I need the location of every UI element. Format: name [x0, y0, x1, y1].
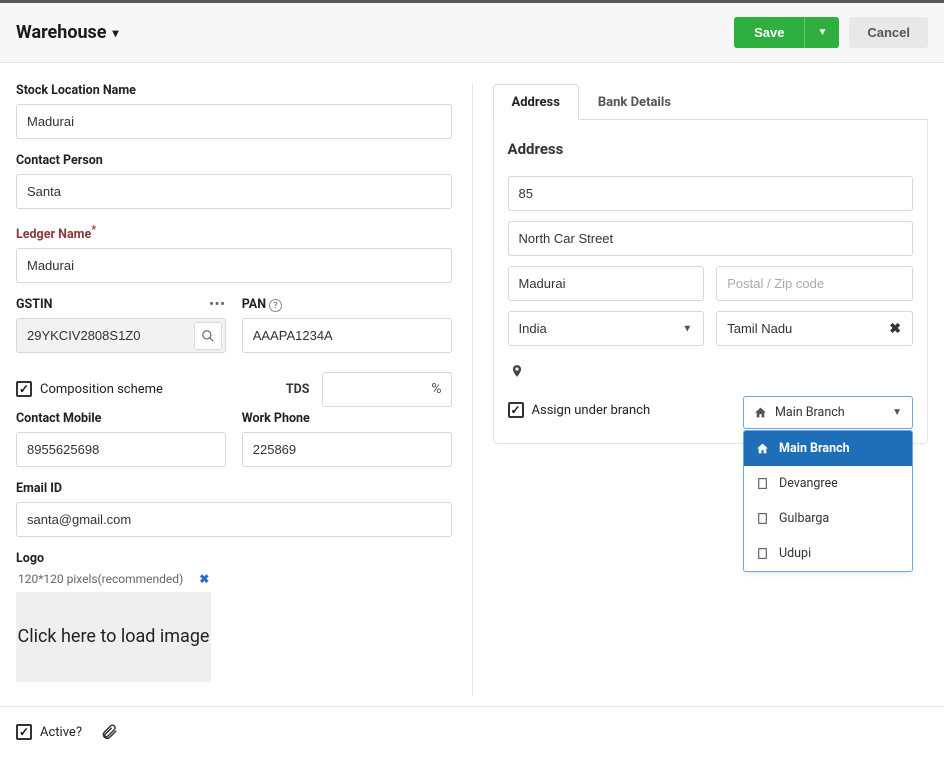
address-section-title: Address — [508, 140, 914, 158]
logo-label: Logo — [16, 551, 452, 566]
map-pin-icon[interactable] — [510, 362, 524, 380]
work-phone-label: Work Phone — [242, 411, 452, 426]
assign-branch-checkbox[interactable] — [508, 402, 524, 418]
tab-address[interactable]: Address — [493, 84, 579, 120]
home-icon — [756, 442, 769, 455]
branch-option-label: Gulbarga — [779, 511, 829, 526]
tds-label: TDS — [286, 382, 310, 397]
required-asterisk-icon: * — [91, 223, 96, 236]
clear-icon[interactable]: ✖ — [889, 321, 901, 337]
pan-input[interactable] — [242, 318, 452, 353]
branch-option-udupi[interactable]: Udupi — [744, 536, 912, 571]
pan-label: PAN? — [242, 297, 452, 312]
logo-remove-icon[interactable]: ✖ — [199, 572, 209, 586]
building-icon — [756, 547, 769, 560]
building-icon — [756, 512, 769, 525]
save-dropdown-button[interactable]: ▼ — [804, 17, 839, 48]
logo-hint-text: 120*120 pixels(recommended) — [18, 572, 183, 586]
gstin-search-button[interactable] — [194, 322, 222, 350]
branch-option-main[interactable]: Main Branch — [744, 431, 912, 466]
branch-selected-text: Main Branch — [775, 405, 845, 420]
contact-person-input[interactable] — [16, 174, 452, 209]
caret-down-icon: ▾ — [113, 26, 119, 40]
building-icon — [756, 477, 769, 490]
assign-branch-label: Assign under branch — [532, 403, 651, 418]
save-button-group: Save ▼ — [734, 17, 839, 48]
gstin-more-icon[interactable]: ••• — [209, 297, 225, 312]
contact-person-label: Contact Person — [16, 153, 452, 168]
attachment-icon[interactable] — [100, 723, 118, 741]
tab-bank-details[interactable]: Bank Details — [579, 84, 690, 120]
composition-checkbox[interactable] — [16, 381, 32, 397]
email-label: Email ID — [16, 481, 452, 496]
contact-mobile-input[interactable] — [16, 432, 226, 467]
branch-dropdown-list: Main Branch Devangree Gulbarga Udup — [743, 430, 913, 572]
logo-placeholder-text: Click here to load image — [18, 625, 210, 648]
percent-icon: % — [431, 381, 441, 397]
country-select[interactable] — [508, 311, 705, 346]
postal-input[interactable] — [716, 266, 913, 301]
page-title-text: Warehouse — [16, 22, 107, 43]
stock-location-label: Stock Location Name — [16, 83, 452, 98]
address-line1-input[interactable] — [508, 176, 914, 211]
address-line2-input[interactable] — [508, 221, 914, 256]
save-button[interactable]: Save — [734, 17, 804, 48]
email-input[interactable] — [16, 502, 452, 537]
cancel-button[interactable]: Cancel — [849, 17, 928, 48]
pan-label-text: PAN — [242, 297, 266, 312]
contact-mobile-label: Contact Mobile — [16, 411, 226, 426]
ledger-name-label: Ledger Name* — [16, 223, 452, 242]
branch-dropdown-button[interactable]: Main Branch ▼ — [743, 396, 913, 429]
page-title-dropdown[interactable]: Warehouse ▾ — [16, 22, 119, 43]
state-select[interactable] — [716, 311, 913, 346]
work-phone-input[interactable] — [242, 432, 452, 467]
search-icon — [201, 329, 215, 343]
stock-location-input[interactable] — [16, 104, 452, 139]
city-input[interactable] — [508, 266, 705, 301]
branch-option-label: Udupi — [779, 546, 811, 561]
composition-label: Composition scheme — [40, 382, 163, 397]
branch-option-label: Devangree — [779, 476, 838, 491]
gstin-label: GSTIN ••• — [16, 297, 226, 312]
right-tabs: Address Bank Details — [493, 83, 929, 120]
branch-option-devangree[interactable]: Devangree — [744, 466, 912, 501]
branch-option-label: Main Branch — [779, 441, 850, 456]
active-label: Active? — [40, 725, 82, 740]
logo-upload-box[interactable]: Click here to load image — [16, 592, 211, 682]
ledger-name-input[interactable] — [16, 248, 452, 283]
ledger-name-label-text: Ledger Name — [16, 227, 91, 242]
top-actions: Save ▼ Cancel — [734, 17, 928, 48]
active-checkbox[interactable] — [16, 724, 32, 740]
branch-option-gulbarga[interactable]: Gulbarga — [744, 501, 912, 536]
caret-down-icon: ▼ — [892, 407, 902, 418]
help-icon[interactable]: ? — [269, 299, 282, 312]
gstin-label-text: GSTIN — [16, 297, 52, 312]
active-label-text: Active — [40, 725, 76, 740]
help-icon[interactable]: ? — [76, 725, 82, 740]
home-icon — [754, 406, 767, 419]
